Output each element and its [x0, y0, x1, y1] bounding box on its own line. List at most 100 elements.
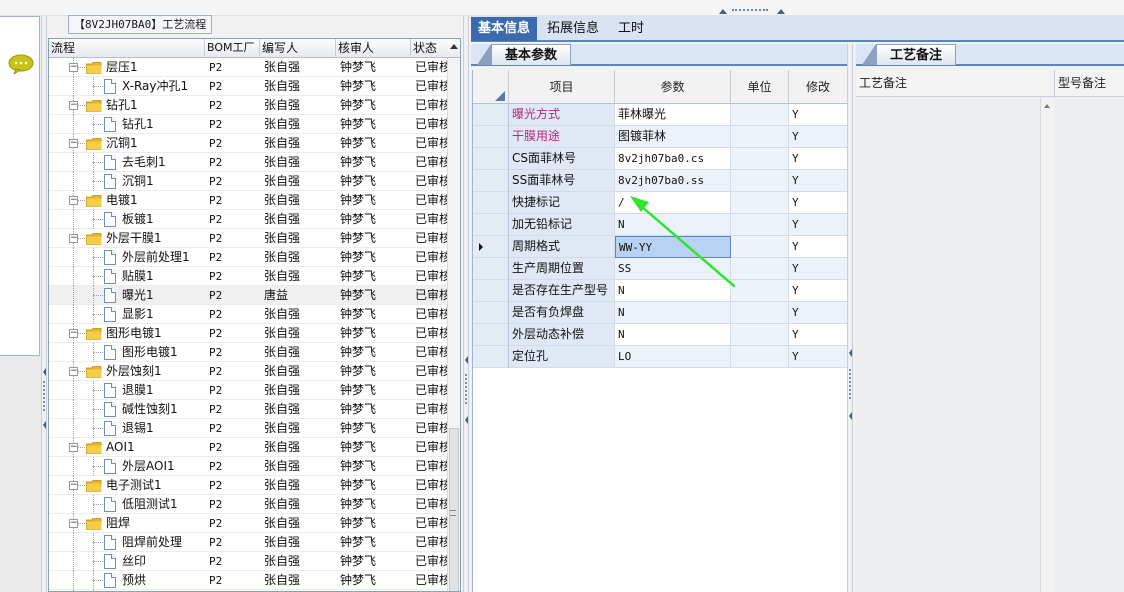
row-indicator[interactable]	[473, 170, 509, 192]
tree-row[interactable]: − 电镀1 P2 张自强 钟梦飞 已审核	[49, 191, 449, 210]
param-unit-cell[interactable]	[731, 324, 789, 346]
param-modify-cell[interactable]: Y	[789, 126, 848, 148]
collapse-left-icon[interactable]	[465, 356, 468, 364]
tree-row[interactable]: − 阻焊 P2 张自强 钟梦飞 已审核	[49, 514, 449, 533]
param-row[interactable]: 曝光方式 菲林曝光 Y	[473, 104, 848, 126]
row-indicator[interactable]	[473, 148, 509, 170]
row-indicator[interactable]	[473, 280, 509, 302]
collapse-toggle-icon[interactable]: −	[69, 101, 78, 110]
collapse-toggle-icon[interactable]: −	[69, 329, 78, 338]
row-indicator[interactable]	[473, 192, 509, 214]
param-row[interactable]: 是否有负焊盘 N Y	[473, 302, 848, 324]
tree-row[interactable]: 曝光1 P2 唐益 钟梦飞 已审核	[49, 286, 449, 305]
process-note-scrollbar[interactable]	[1040, 98, 1053, 592]
param-modify-cell[interactable]: Y	[789, 302, 848, 324]
param-modify-cell[interactable]: Y	[789, 104, 848, 126]
left-splitter[interactable]	[41, 16, 47, 592]
row-indicator[interactable]	[473, 346, 509, 368]
collapse-left-icon[interactable]	[465, 416, 468, 424]
tree-row[interactable]: 退膜1 P2 张自强 钟梦飞 已审核	[49, 381, 449, 400]
tree-row[interactable]: − 电子测试1 P2 张自强 钟梦飞 已审核	[49, 476, 449, 495]
param-row[interactable]: SS面菲林号 8v2jh07ba0.ss Y	[473, 170, 848, 192]
param-unit-cell[interactable]	[731, 126, 789, 148]
scroll-up-icon[interactable]	[450, 44, 458, 49]
collapse-left-icon[interactable]	[849, 349, 852, 357]
param-modify-cell[interactable]: Y	[789, 214, 848, 236]
tab-extended-info[interactable]: 拓展信息	[540, 17, 606, 41]
param-modify-cell[interactable]: Y	[789, 148, 848, 170]
param-row[interactable]: 外层动态补偿 N Y	[473, 324, 848, 346]
tree-row[interactable]: − 层压1 P2 张自强 钟梦飞 已审核	[49, 58, 449, 77]
middle-splitter[interactable]	[463, 16, 469, 592]
param-modify-cell[interactable]: Y	[789, 192, 848, 214]
param-modify-cell[interactable]: Y	[789, 170, 848, 192]
tree-row[interactable]: 碱性蚀刻1 P2 张自强 钟梦飞 已审核	[49, 400, 449, 419]
collapse-left-icon[interactable]	[849, 412, 852, 420]
process-note-textarea[interactable]	[856, 98, 1053, 592]
column-header-value[interactable]: 参数	[615, 70, 731, 104]
collapse-left-icon[interactable]	[43, 421, 46, 429]
column-header-bom[interactable]: BOM工厂	[205, 39, 260, 58]
tree-row[interactable]: − 钻孔1 P2 张自强 钟梦飞 已审核	[49, 96, 449, 115]
splitter-grip[interactable]	[43, 381, 45, 411]
tree-row[interactable]: 低阻测试1 P2 张自强 钟梦飞 已审核	[49, 495, 449, 514]
subtab-process-notes[interactable]: 工艺备注	[876, 44, 956, 65]
tree-row[interactable]: 钻孔1 P2 张自强 钟梦飞 已审核	[49, 115, 449, 134]
row-indicator[interactable]	[473, 104, 509, 126]
tree-row[interactable]: X-Ray冲孔1 P2 张自强 钟梦飞 已审核	[49, 77, 449, 96]
tree-row[interactable]: 显影1 P2 张自强 钟梦飞 已审核	[49, 305, 449, 324]
param-value-cell[interactable]: 图镀菲林	[615, 126, 731, 148]
param-row[interactable]: 定位孔 LO Y	[473, 346, 848, 368]
tree-row[interactable]: − 外层蚀刻1 P2 张自强 钟梦飞 已审核	[49, 362, 449, 381]
param-modify-cell[interactable]: Y	[789, 258, 848, 280]
row-indicator[interactable]	[473, 236, 509, 258]
collapse-toggle-icon[interactable]: −	[69, 196, 78, 205]
column-header-writer[interactable]: 编写人	[260, 39, 336, 58]
tree-row[interactable]: − 沉铜1 P2 张自强 钟梦飞 已审核	[49, 134, 449, 153]
param-value-cell[interactable]: LO	[615, 346, 731, 368]
param-unit-cell[interactable]	[731, 104, 789, 126]
model-note-textarea[interactable]	[1054, 98, 1124, 592]
top-splitter[interactable]	[0, 0, 1124, 16]
row-indicator[interactable]	[473, 302, 509, 324]
tree-row[interactable]: 阻焊前处理 P2 张自强 钟梦飞 已审核	[49, 533, 449, 552]
row-indicator[interactable]	[473, 324, 509, 346]
collapse-toggle-icon[interactable]: −	[69, 443, 78, 452]
collapse-left-icon[interactable]	[43, 368, 46, 376]
tree-row[interactable]: 图形电镀1 P2 张自强 钟梦飞 已审核	[49, 343, 449, 362]
tree-row[interactable]: − 图形电镀1 P2 张自强 钟梦飞 已审核	[49, 324, 449, 343]
tree-row[interactable]: − 外层干膜1 P2 张自强 钟梦飞 已审核	[49, 229, 449, 248]
collapse-toggle-icon[interactable]: −	[69, 519, 78, 528]
params-grid[interactable]: 项目 参数 单位 修改 曝光方式 菲林曝光 Y 干膜用途 图镀菲林 Y CS面菲林号 8v2j…	[472, 70, 848, 592]
column-header-unit[interactable]: 单位	[731, 70, 789, 104]
tree-row[interactable]: 去毛刺1 P2 张自强 钟梦飞 已审核	[49, 153, 449, 172]
param-value-cell[interactable]: N	[615, 302, 731, 324]
tab-basic-info[interactable]: 基本信息	[471, 17, 538, 41]
column-header-item[interactable]: 项目	[509, 70, 615, 104]
tree-row[interactable]: − AOI1 P2 张自强 钟梦飞 已审核	[49, 438, 449, 457]
collapse-toggle-icon[interactable]: −	[69, 139, 78, 148]
collapse-up-icon[interactable]	[719, 9, 727, 14]
row-indicator[interactable]	[473, 258, 509, 280]
row-indicator[interactable]	[473, 214, 509, 236]
tree-row[interactable]: 预烘 P2 张自强 钟梦飞 已审核	[49, 571, 449, 590]
param-unit-cell[interactable]	[731, 302, 789, 324]
tree-row[interactable]: 板镀1 P2 张自强 钟梦飞 已审核	[49, 210, 449, 229]
param-modify-cell[interactable]: Y	[789, 280, 848, 302]
speech-bubble-icon[interactable]	[8, 54, 34, 74]
param-modify-cell[interactable]: Y	[789, 346, 848, 368]
tree-row[interactable]: 丝印 P2 张自强 钟梦飞 已审核	[49, 552, 449, 571]
splitter-grip[interactable]	[849, 369, 851, 399]
param-value-cell[interactable]: 菲林曝光	[615, 104, 731, 126]
param-value-cell[interactable]: N	[615, 324, 731, 346]
param-modify-cell[interactable]: Y	[789, 236, 848, 258]
collapse-toggle-icon[interactable]: −	[69, 481, 78, 490]
subtab-basic-params[interactable]: 基本参数	[491, 44, 571, 65]
tree-row[interactable]: 外层前处理1 P2 张自强 钟梦飞 已审核	[49, 248, 449, 267]
tree-row[interactable]: 沉铜1 P2 张自强 钟梦飞 已审核	[49, 172, 449, 191]
tree-row[interactable]: 贴膜1 P2 张自强 钟梦飞 已审核	[49, 267, 449, 286]
splitter-grip[interactable]	[732, 9, 768, 12]
column-header-process[interactable]: 流程	[49, 39, 205, 58]
splitter-grip[interactable]	[465, 374, 467, 404]
collapse-toggle-icon[interactable]: −	[69, 367, 78, 376]
